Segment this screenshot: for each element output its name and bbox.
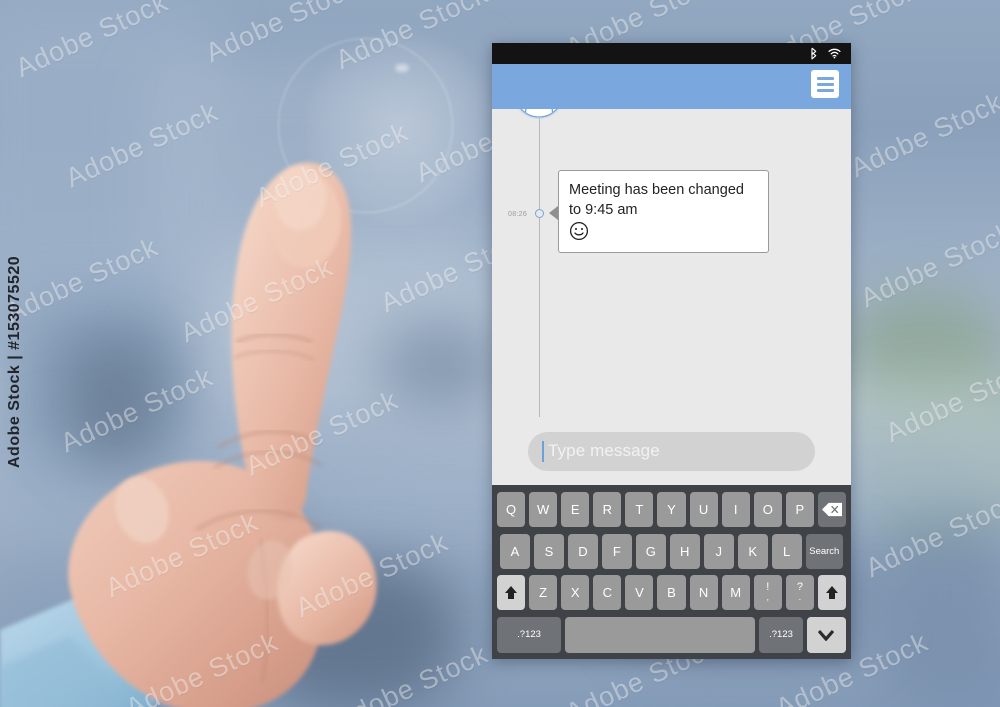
key-x[interactable]: X <box>561 575 590 611</box>
key-a[interactable]: A <box>500 533 530 569</box>
watermark-credit: Adobe Stock | #153075520 <box>6 255 23 468</box>
shift-arrow-icon <box>505 586 518 600</box>
pointing-hand-image <box>0 162 377 707</box>
message-timestamp: 08:26 <box>508 211 528 218</box>
key-w[interactable]: W <box>529 492 558 527</box>
thread-node-marker <box>535 209 544 218</box>
chat-thread: 08:26 Meeting has been changed to 9:45 a… <box>492 109 851 485</box>
smiley-face-emoji <box>569 221 589 241</box>
symbols-key-right[interactable]: .?123 <box>759 616 803 653</box>
contact-avatar-icon[interactable] <box>513 109 565 119</box>
key-m[interactable]: M <box>721 575 750 611</box>
backspace-icon[interactable] <box>817 492 847 527</box>
key-e[interactable]: E <box>561 492 590 527</box>
bluetooth-icon <box>811 47 817 60</box>
message-composer: Type message <box>492 417 851 485</box>
key-k[interactable]: K <box>737 533 768 569</box>
symbols-key-left[interactable]: .?123 <box>497 616 562 653</box>
key-d[interactable]: D <box>567 533 598 569</box>
search-key[interactable]: Search <box>805 533 844 569</box>
on-screen-keyboard: Q W E R T Y U I O P A S D F G H J K L Se… <box>492 485 851 659</box>
keyboard-row-4: .?123 .?123 <box>497 616 846 653</box>
key-l[interactable]: L <box>771 533 802 569</box>
app-bar <box>492 64 851 109</box>
text-cursor <box>542 440 544 462</box>
message-input[interactable]: Type message <box>528 431 815 471</box>
key-t[interactable]: T <box>625 492 654 527</box>
key-u[interactable]: U <box>689 492 718 527</box>
bg-chair-shape <box>880 520 1000 707</box>
key-v[interactable]: V <box>625 575 654 611</box>
punct-bottom-2: . <box>798 592 802 603</box>
key-r[interactable]: R <box>593 492 622 527</box>
hide-keyboard-key[interactable] <box>806 616 846 653</box>
key-s[interactable]: S <box>533 533 564 569</box>
chevron-down-icon <box>818 629 835 641</box>
shift-key-right[interactable] <box>817 575 847 611</box>
key-g[interactable]: G <box>635 533 666 569</box>
shift-arrow-icon <box>825 586 838 600</box>
status-bar <box>492 43 851 64</box>
message-text-line-2: to 9:45 am <box>569 202 638 218</box>
key-p[interactable]: P <box>785 492 814 527</box>
key-f[interactable]: F <box>601 533 632 569</box>
wifi-icon <box>828 48 841 59</box>
keyboard-row-3: Z X C V B N M ! , ? . <box>496 575 847 611</box>
key-b[interactable]: B <box>657 575 686 611</box>
key-n[interactable]: N <box>689 575 718 611</box>
key-y[interactable]: Y <box>657 492 686 527</box>
key-h[interactable]: H <box>669 533 700 569</box>
key-q[interactable]: Q <box>496 492 526 527</box>
message-bubble[interactable]: Meeting has been changed to 9:45 am <box>558 170 769 253</box>
key-i[interactable]: I <box>721 492 750 527</box>
key-o[interactable]: O <box>753 492 782 527</box>
backspace-glyph <box>821 502 842 517</box>
punct-bottom-1: , <box>766 592 770 603</box>
bubble-tail <box>549 206 558 220</box>
message-input-placeholder: Type message <box>548 441 660 460</box>
keyboard-row-1: Q W E R T Y U I O P <box>496 492 847 527</box>
key-j[interactable]: J <box>703 533 734 569</box>
space-key[interactable] <box>565 616 756 653</box>
shift-key-left[interactable] <box>496 575 526 611</box>
key-z[interactable]: Z <box>529 575 558 611</box>
smartphone-device: 08:26 Meeting has been changed to 9:45 a… <box>492 43 851 659</box>
hamburger-menu-icon[interactable] <box>811 70 839 98</box>
key-exclamation-comma[interactable]: ! , <box>753 575 782 611</box>
key-c[interactable]: C <box>593 575 622 611</box>
keyboard-row-2: A S D F G H J K L Search <box>497 533 846 569</box>
message-text-line-1: Meeting has been changed <box>569 182 744 198</box>
key-question-period[interactable]: ? . <box>785 575 814 611</box>
